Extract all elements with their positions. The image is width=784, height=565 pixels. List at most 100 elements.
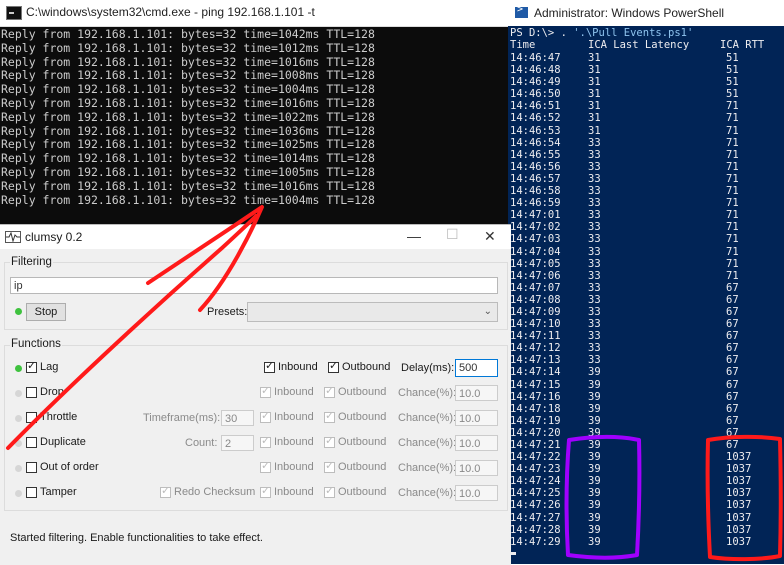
tamper-checkbox[interactable] bbox=[26, 487, 37, 498]
duplicate-outbound-checkbox[interactable]: ✓ bbox=[324, 435, 335, 448]
lag-outbound-checkbox[interactable]: ✓ bbox=[328, 360, 339, 373]
cell-rtt: 67 bbox=[726, 402, 739, 415]
cell-time: 14:47:12 bbox=[510, 342, 561, 355]
throttle-outbound-label: Outbound bbox=[338, 411, 387, 423]
tamper-status-indicator bbox=[15, 490, 22, 497]
cell-rtt: 71 bbox=[726, 233, 739, 246]
out-of-order-inbound-checkbox[interactable]: ✓ bbox=[260, 460, 271, 473]
duplicate-count-input[interactable]: 2 bbox=[221, 435, 254, 451]
table-row: 14:47:03 33 71 bbox=[508, 233, 784, 245]
redo-checksum-label: Redo Checksum bbox=[174, 486, 256, 498]
cell-time: 14:46:53 bbox=[510, 124, 561, 137]
cell-latency: 33 bbox=[588, 330, 601, 343]
table-row: 14:46:49 31 51 bbox=[508, 76, 784, 88]
lag-delay-input[interactable]: 500 bbox=[455, 359, 498, 377]
duplicate-inbound-label: Inbound bbox=[274, 436, 314, 448]
prompt-command: '.\Pull Events.ps1' bbox=[573, 27, 694, 39]
presets-dropdown[interactable]: ⌄ bbox=[247, 302, 498, 322]
cell-latency: 33 bbox=[588, 197, 601, 210]
throttle-checkbox[interactable] bbox=[26, 412, 37, 423]
table-row: 14:46:50 31 51 bbox=[508, 88, 784, 100]
minimize-icon[interactable]: — bbox=[407, 228, 421, 244]
cell-latency: 39 bbox=[588, 414, 601, 427]
out-of-order-chance-label: Chance(%): bbox=[398, 462, 457, 474]
drop-status-indicator bbox=[15, 390, 22, 397]
out-of-order-chance-input[interactable]: 10.0 bbox=[455, 460, 498, 476]
cell-latency: 33 bbox=[588, 245, 601, 258]
cell-time: 14:47:18 bbox=[510, 402, 561, 415]
tamper-inbound-checkbox[interactable]: ✓ bbox=[260, 485, 271, 498]
tamper-chance-input[interactable]: 10.0 bbox=[455, 485, 498, 501]
powershell-titlebar[interactable]: Administrator: Windows PowerShell bbox=[508, 0, 784, 26]
cmd-output-line: Reply from 192.168.1.101: bytes=32 time=… bbox=[1, 178, 375, 193]
redo-checksum-checkbox[interactable]: ✓ bbox=[160, 485, 171, 498]
drop-chance-input[interactable]: 10.0 bbox=[455, 385, 498, 401]
cell-latency: 33 bbox=[588, 305, 601, 318]
cell-rtt: 1037 bbox=[726, 475, 752, 488]
powershell-icon bbox=[515, 4, 528, 18]
out-of-order-outbound-checkbox[interactable]: ✓ bbox=[324, 460, 335, 473]
cell-time: 14:47:05 bbox=[510, 257, 561, 270]
table-row: 14:46:56 33 71 bbox=[508, 161, 784, 173]
table-row: 14:47:14 39 67 bbox=[508, 366, 784, 378]
table-row: 14:46:55 33 71 bbox=[508, 149, 784, 161]
table-row: 14:46:52 31 71 bbox=[508, 112, 784, 124]
table-row: 14:47:05 33 71 bbox=[508, 258, 784, 270]
lag-inbound-checkbox[interactable]: ✓ bbox=[264, 360, 275, 373]
cell-time: 14:47:20 bbox=[510, 426, 561, 439]
powershell-window: Administrator: Windows PowerShell PS D:\… bbox=[508, 0, 784, 564]
cell-time: 14:46:55 bbox=[510, 148, 561, 161]
drop-checkbox[interactable] bbox=[26, 387, 37, 398]
close-icon[interactable]: ✕ bbox=[484, 228, 496, 245]
maximize-icon[interactable]: ☐ bbox=[446, 226, 459, 243]
cmd-titlebar[interactable]: C:\windows\system32\cmd.exe - ping 192.1… bbox=[0, 0, 512, 27]
cell-latency: 39 bbox=[588, 390, 601, 403]
cell-latency: 33 bbox=[588, 257, 601, 270]
cell-rtt: 71 bbox=[726, 209, 739, 222]
cell-latency: 33 bbox=[588, 136, 601, 149]
table-row: 14:47:20 39 67 bbox=[508, 427, 784, 439]
cell-time: 14:46:48 bbox=[510, 64, 561, 77]
cmd-output-line: Reply from 192.168.1.101: bytes=32 time=… bbox=[1, 54, 375, 69]
cell-rtt: 1037 bbox=[726, 535, 752, 548]
throttle-chance-input[interactable]: 10.0 bbox=[455, 410, 498, 426]
cell-time: 14:46:52 bbox=[510, 112, 561, 125]
cell-latency: 31 bbox=[588, 112, 601, 125]
clumsy-titlebar[interactable]: clumsy 0.2 — ☐ ✕ bbox=[0, 225, 511, 249]
cell-rtt: 67 bbox=[726, 378, 739, 391]
cmd-title: C:\windows\system32\cmd.exe - ping 192.1… bbox=[26, 5, 315, 19]
throttle-outbound-checkbox[interactable]: ✓ bbox=[324, 410, 335, 423]
check-icon: ✓ bbox=[261, 460, 271, 472]
duplicate-inbound-checkbox[interactable]: ✓ bbox=[260, 435, 271, 448]
duplicate-status-indicator bbox=[15, 440, 22, 447]
cell-time: 14:46:47 bbox=[510, 52, 561, 64]
table-row: 14:47:27 39 1037 bbox=[508, 512, 784, 524]
drop-outbound-checkbox[interactable]: ✓ bbox=[324, 385, 335, 398]
cell-latency: 33 bbox=[588, 342, 601, 355]
duplicate-checkbox[interactable] bbox=[26, 437, 37, 448]
cell-rtt: 71 bbox=[726, 257, 739, 270]
tamper-outbound-label: Outbound bbox=[338, 486, 387, 498]
cell-time: 14:46:50 bbox=[510, 88, 561, 101]
check-icon: ✓ bbox=[161, 485, 171, 497]
table-row: 14:47:13 33 67 bbox=[508, 354, 784, 366]
check-icon: ✓ bbox=[325, 485, 335, 497]
table-row: 14:46:48 31 51 bbox=[508, 64, 784, 76]
table-row: 14:47:19 39 67 bbox=[508, 415, 784, 427]
duplicate-chance-input[interactable]: 10.0 bbox=[455, 435, 498, 451]
drop-chance-label: Chance(%): bbox=[398, 387, 457, 399]
throttle-label: Throttle bbox=[40, 411, 78, 423]
drop-inbound-checkbox[interactable]: ✓ bbox=[260, 385, 271, 398]
table-row: 14:47:11 33 67 bbox=[508, 330, 784, 342]
throttle-timeframe-input[interactable]: 30 bbox=[221, 410, 254, 426]
table-row: 14:47:26 39 1037 bbox=[508, 499, 784, 511]
cell-time: 14:46:58 bbox=[510, 185, 561, 198]
lag-checkbox[interactable]: ✓ bbox=[26, 360, 37, 373]
stop-button[interactable]: Stop bbox=[26, 303, 66, 321]
cell-latency: 39 bbox=[588, 378, 601, 391]
filter-input[interactable]: ip bbox=[10, 277, 498, 294]
out-of-order-checkbox[interactable] bbox=[26, 462, 37, 473]
cell-rtt: 67 bbox=[726, 293, 739, 306]
tamper-outbound-checkbox[interactable]: ✓ bbox=[324, 485, 335, 498]
throttle-inbound-checkbox[interactable]: ✓ bbox=[260, 410, 271, 423]
